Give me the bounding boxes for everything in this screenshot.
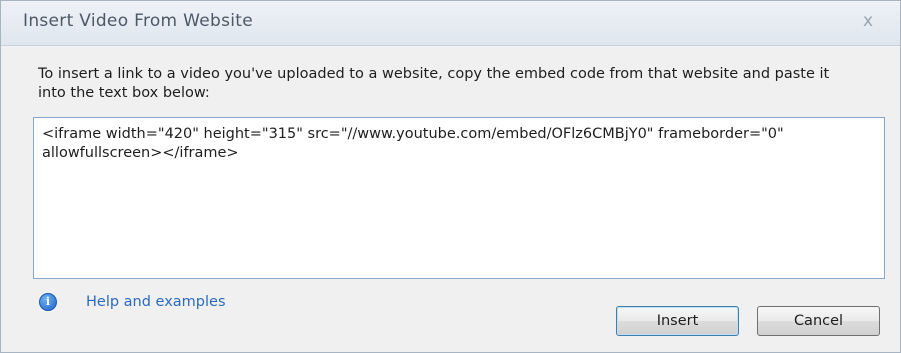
dialog-title: Insert Video From Website: [23, 11, 253, 31]
info-icon: i: [39, 293, 57, 311]
insert-video-dialog: Insert Video From Website x To insert a …: [0, 0, 901, 353]
close-button[interactable]: x: [858, 11, 878, 31]
embed-code-textbox[interactable]: <iframe width="420" height="315" src="//…: [33, 117, 885, 279]
help-and-examples-link[interactable]: i Help and examples: [39, 292, 226, 312]
title-bar: Insert Video From Website x: [1, 1, 900, 46]
insert-button[interactable]: Insert: [616, 306, 739, 336]
help-link-label[interactable]: Help and examples: [86, 294, 226, 310]
instructions-text: To insert a link to a video you've uploa…: [38, 66, 830, 101]
cancel-button[interactable]: Cancel: [757, 306, 880, 336]
